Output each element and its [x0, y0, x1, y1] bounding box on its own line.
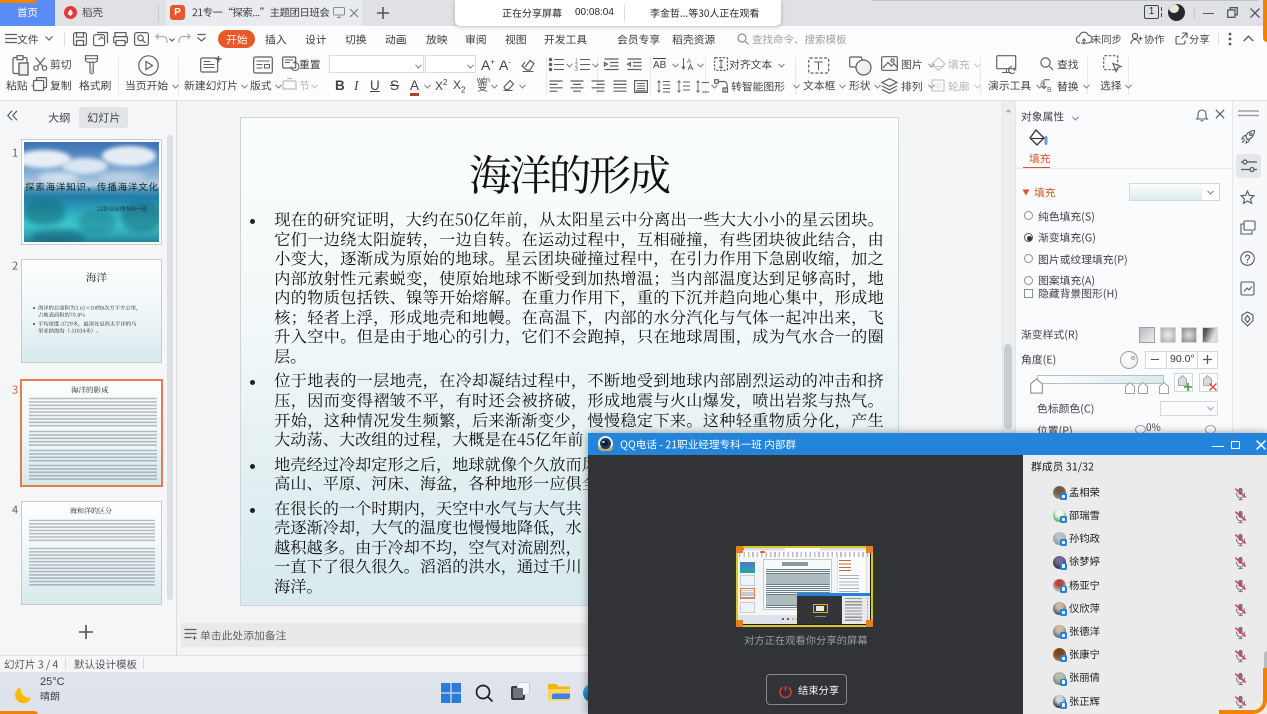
svg-text:A: A: [1040, 81, 1044, 87]
svg-text:A: A: [687, 58, 692, 65]
svg-text:3: 3: [575, 67, 578, 73]
svg-text:B: B: [1047, 87, 1052, 94]
